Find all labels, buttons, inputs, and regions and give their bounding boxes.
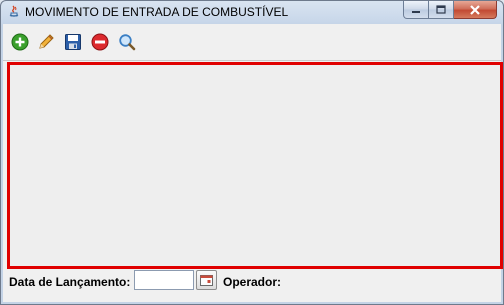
maximize-icon (436, 5, 446, 14)
minimize-icon (412, 10, 420, 13)
close-button[interactable] (454, 1, 497, 19)
edit-button[interactable] (35, 31, 57, 53)
delete-button[interactable] (89, 31, 111, 53)
floppy-disk-icon (65, 34, 81, 50)
date-input[interactable] (134, 270, 194, 290)
delete-icon (91, 33, 109, 51)
calendar-button[interactable] (196, 270, 217, 290)
main-window: MOVIMENTO DE ENTRADA DE COMBUSTÍVEL Data… (0, 0, 504, 305)
maximize-button[interactable] (429, 1, 454, 19)
pencil-icon (39, 34, 54, 49)
window-title: MOVIMENTO DE ENTRADA DE COMBUSTÍVEL (25, 5, 289, 19)
minimize-button[interactable] (403, 1, 429, 19)
magnifier-icon (119, 34, 136, 51)
date-label: Data de Lançamento: (9, 275, 131, 289)
add-button[interactable] (9, 31, 31, 53)
toolbar (3, 24, 501, 61)
java-app-icon (9, 5, 19, 17)
footer-bar: Data de Lançamento: Operador: (3, 269, 501, 294)
window-content: Data de Lançamento: Operador: (3, 24, 503, 302)
search-button[interactable] (116, 31, 138, 53)
records-panel (7, 62, 503, 269)
add-icon (11, 33, 29, 51)
close-icon (470, 4, 480, 15)
title-bar[interactable]: MOVIMENTO DE ENTRADA DE COMBUSTÍVEL (1, 1, 503, 23)
save-button[interactable] (62, 31, 84, 53)
operator-label: Operador: (223, 275, 282, 289)
calendar-icon (200, 274, 213, 286)
